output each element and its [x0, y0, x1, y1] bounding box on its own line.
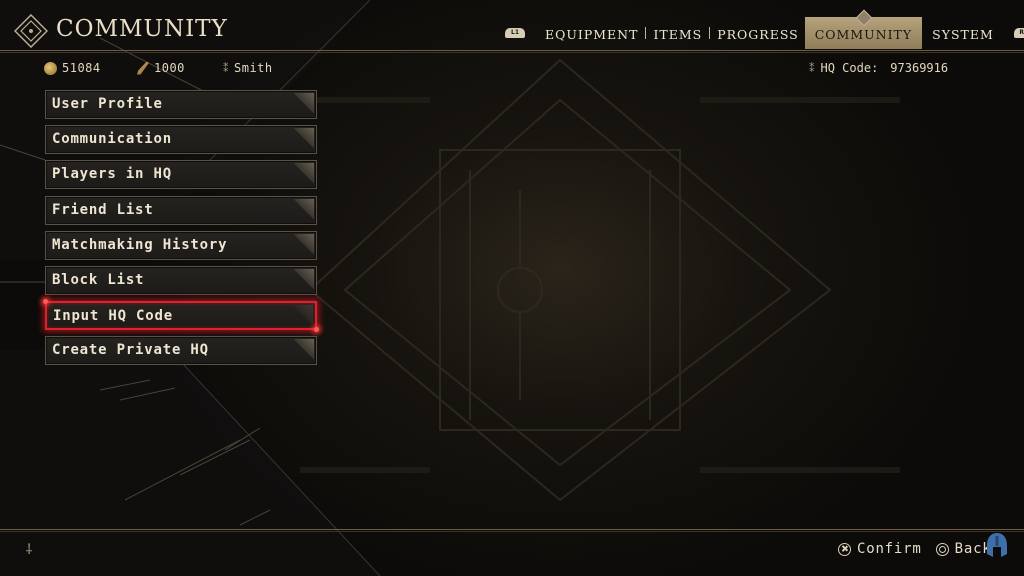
tab-divider — [645, 27, 647, 39]
corner-ornament — [294, 198, 314, 221]
corner-ornament — [294, 163, 314, 186]
menu-item-label: Matchmaking History — [52, 236, 228, 253]
r1-shoulder-icon[interactable]: R1 — [1013, 28, 1024, 38]
page-title: COMMUNITY — [56, 16, 228, 42]
menu-item-block-list[interactable]: Block List — [45, 265, 317, 295]
menu-item-label: Input HQ Code — [53, 308, 173, 325]
button-prompts: Confirm Back — [838, 541, 992, 557]
menu-item-create-private-hq[interactable]: Create Private HQ — [45, 336, 317, 366]
feather-counter: 1000 — [137, 61, 185, 75]
gold-value: 51084 — [62, 61, 101, 75]
tab-items[interactable]: ITEMS — [647, 17, 708, 49]
l1-shoulder-icon[interactable]: L1 — [505, 28, 525, 38]
gold-counter: 51084 — [44, 61, 101, 75]
hq-code-display: ⁑ HQ Code: 97369916 — [809, 61, 948, 75]
corner-ornament — [294, 268, 314, 291]
tab-equipment[interactable]: EQUIPMENT — [539, 17, 644, 49]
player-name: Smith — [234, 61, 273, 75]
menu-item-input-hq-code[interactable]: Input HQ Code — [43, 299, 319, 333]
corner-ornament — [294, 93, 314, 115]
person-glyph-icon: ⁑ — [223, 61, 229, 75]
menu-item-friend-list[interactable]: Friend List — [45, 195, 317, 225]
header: COMMUNITY L1 EQUIPMENT ITEMS PROGRESS CO… — [0, 0, 1024, 53]
menu-item-label: Friend List — [52, 201, 154, 218]
feather-value: 1000 — [154, 61, 185, 75]
menu-item-communication[interactable]: Communication — [45, 125, 317, 155]
menu-item-label: Players in HQ — [52, 166, 172, 183]
corner-ornament — [293, 305, 313, 328]
hq-code-label: HQ Code: — [820, 61, 879, 75]
tab-bar: L1 EQUIPMENT ITEMS PROGRESS COMMUNITY SY… — [505, 17, 1024, 49]
menu-item-label: User Profile — [52, 96, 163, 112]
menu-item-label: Create Private HQ — [52, 342, 209, 359]
tab-divider — [709, 27, 711, 39]
coin-icon — [44, 61, 57, 75]
community-menu: User Profile Communication Players in HQ… — [43, 90, 319, 372]
menu-item-players-in-hq[interactable]: Players in HQ — [45, 160, 317, 190]
header-divider — [0, 50, 1024, 53]
circle-button-icon — [935, 542, 949, 556]
feather-icon — [137, 61, 149, 75]
menu-item-label: Communication — [52, 131, 172, 148]
menu-item-user-profile[interactable]: User Profile — [45, 90, 317, 119]
menu-item-label: Block List — [52, 271, 145, 288]
ornament-icon: ⸸ — [25, 542, 33, 558]
corner-ornament — [294, 233, 314, 256]
emblem-icon — [14, 14, 48, 48]
tab-community[interactable]: COMMUNITY — [804, 17, 923, 49]
tab-progress[interactable]: PROGRESS — [711, 17, 805, 49]
hq-code-value: 97369916 — [890, 61, 949, 75]
footer-divider — [0, 529, 1024, 532]
confirm-button[interactable]: Confirm — [857, 541, 922, 557]
corner-ornament — [294, 339, 314, 362]
player-name-display: ⁑ Smith — [223, 61, 273, 75]
hq-glyph-icon: ⁑ — [809, 61, 815, 75]
cross-button-icon — [838, 542, 851, 556]
corner-ornament — [294, 128, 314, 151]
menu-item-matchmaking-history[interactable]: Matchmaking History — [45, 230, 317, 260]
tab-system[interactable]: SYSTEM — [926, 17, 1000, 49]
helmet-icon — [987, 533, 1007, 557]
